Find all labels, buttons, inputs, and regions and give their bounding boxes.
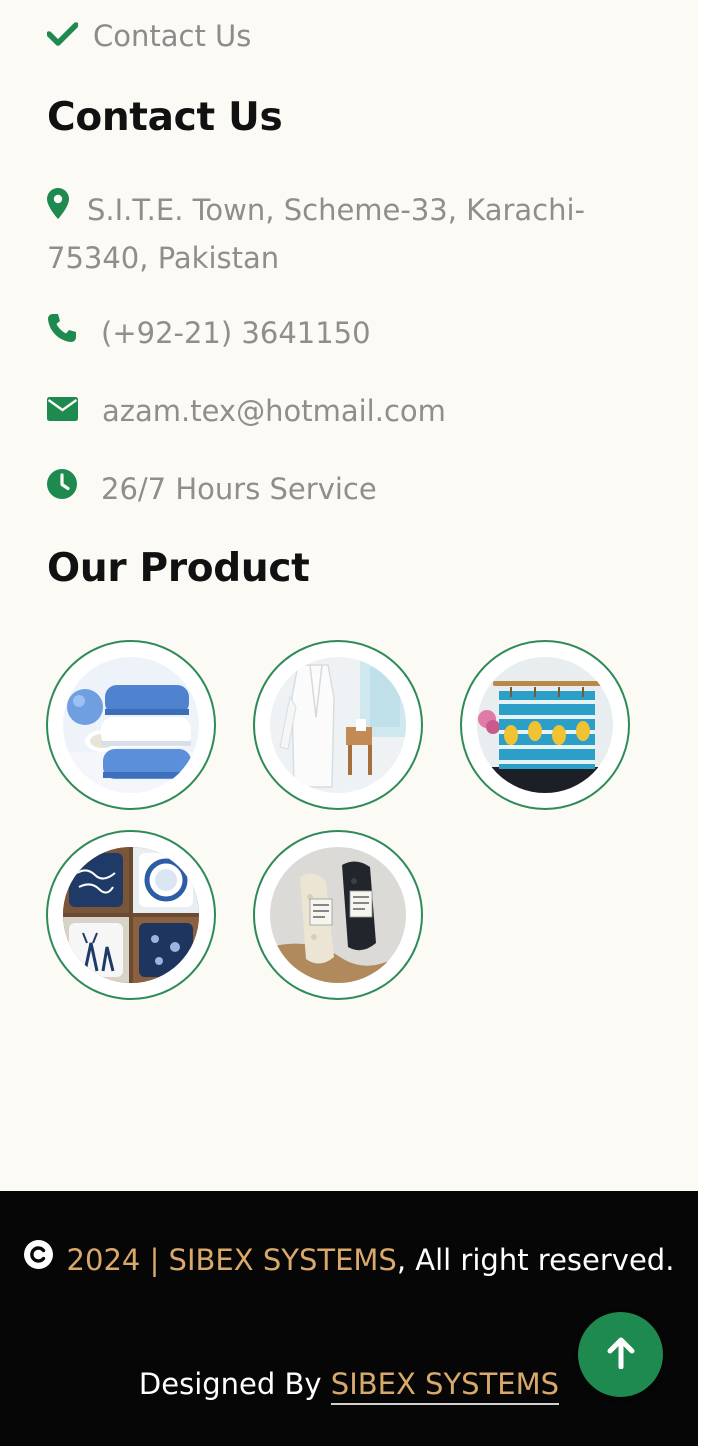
- page-background: [0, 0, 698, 1191]
- right-edge-strip: [698, 0, 720, 1446]
- location-pin-icon: [47, 186, 69, 232]
- cushion-covers-image: [63, 847, 199, 983]
- designed-by-prefix: Designed By: [138, 1367, 331, 1401]
- footer: [0, 1191, 698, 1446]
- quick-link-label: Contact Us: [93, 19, 252, 53]
- products-heading: Our Product: [47, 546, 310, 591]
- cleaning-cloths-image: [270, 847, 406, 983]
- bathrobe-image: [270, 657, 406, 793]
- contact-heading: Contact Us: [47, 95, 283, 140]
- phone-row[interactable]: (+92-21) 3641150: [47, 310, 647, 356]
- checkmark-icon: [46, 19, 79, 53]
- kitchen-towels-image: [477, 657, 613, 793]
- product-towels[interactable]: [46, 640, 216, 810]
- copyright-rest: , All right reserved.: [396, 1243, 675, 1277]
- product-cleaning-cloths[interactable]: [253, 830, 423, 1000]
- phone-text: (+92-21) 3641150: [101, 316, 371, 350]
- product-kitchen-towels[interactable]: [460, 640, 630, 810]
- arrow-up-icon: [606, 1337, 636, 1373]
- clock-icon: [47, 466, 77, 512]
- towels-image: [63, 657, 199, 793]
- copyright-icon: [23, 1236, 53, 1283]
- product-cushion-covers[interactable]: [46, 830, 216, 1000]
- email-row[interactable]: azam.tex@hotmail.com: [47, 388, 647, 434]
- copyright-text: 2024 | SIBEX SYSTEMS, All right reserved…: [0, 1237, 698, 1286]
- hours-row: 26/7 Hours Service: [47, 466, 647, 512]
- envelope-icon: [47, 388, 78, 434]
- copyright-link[interactable]: 2024 | SIBEX SYSTEMS: [67, 1243, 397, 1277]
- phone-icon: [47, 310, 77, 356]
- address-row: S.I.T.E. Town, Scheme-33, Karachi-75340,…: [47, 187, 647, 281]
- product-bathrobe[interactable]: [253, 640, 423, 810]
- hours-text: 26/7 Hours Service: [101, 472, 377, 506]
- address-text: S.I.T.E. Town, Scheme-33, Karachi-75340,…: [47, 193, 585, 275]
- back-to-top-button[interactable]: [578, 1312, 663, 1397]
- designer-link[interactable]: SIBEX SYSTEMS: [330, 1367, 560, 1405]
- email-text: azam.tex@hotmail.com: [102, 394, 446, 428]
- quick-link-contact[interactable]: Contact Us: [46, 16, 252, 56]
